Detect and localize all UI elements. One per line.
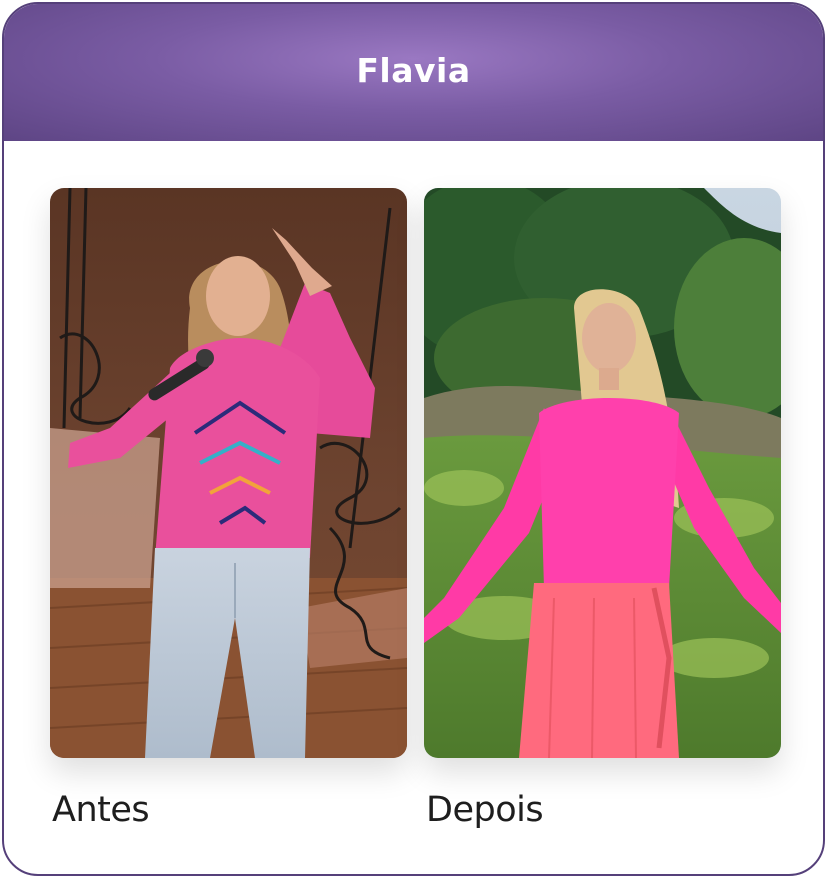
before-photo-illustration <box>50 188 407 758</box>
testimonial-card: Flavia Antes Depois <box>2 2 825 876</box>
after-photo-illustration <box>424 188 781 758</box>
person-name: Flavia <box>356 51 471 90</box>
before-label: Antes <box>52 790 150 830</box>
before-photo <box>50 188 407 758</box>
card-header: Flavia <box>4 4 823 141</box>
after-photo <box>424 188 781 758</box>
after-label: Depois <box>426 790 544 830</box>
